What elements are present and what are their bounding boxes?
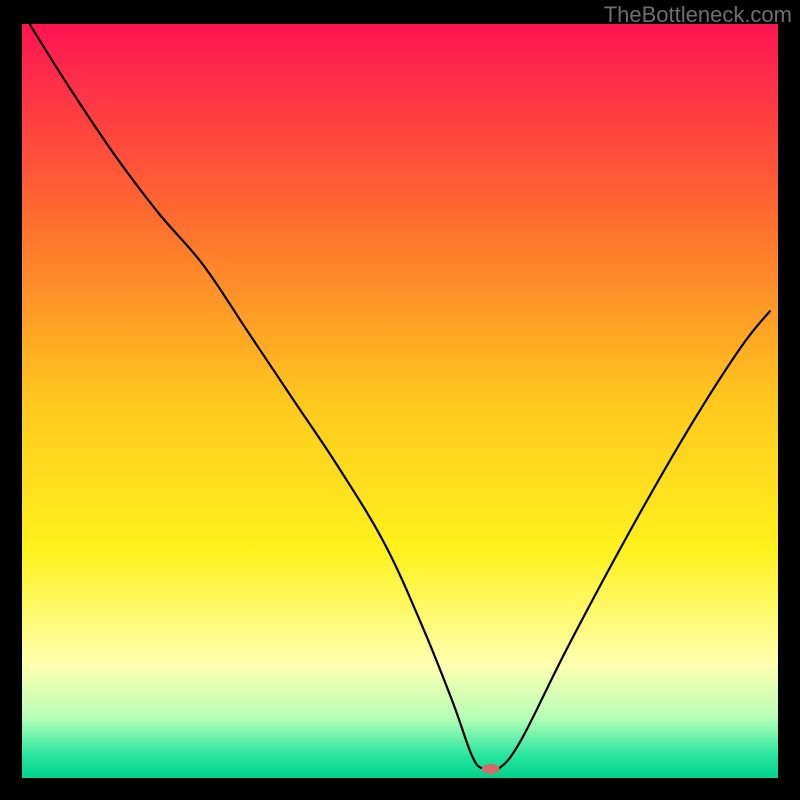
- chart-frame: TheBottleneck.com: [0, 0, 800, 800]
- plot-background: [22, 24, 778, 778]
- bottleneck-chart: [0, 0, 800, 800]
- optimal-point-marker: [482, 764, 500, 774]
